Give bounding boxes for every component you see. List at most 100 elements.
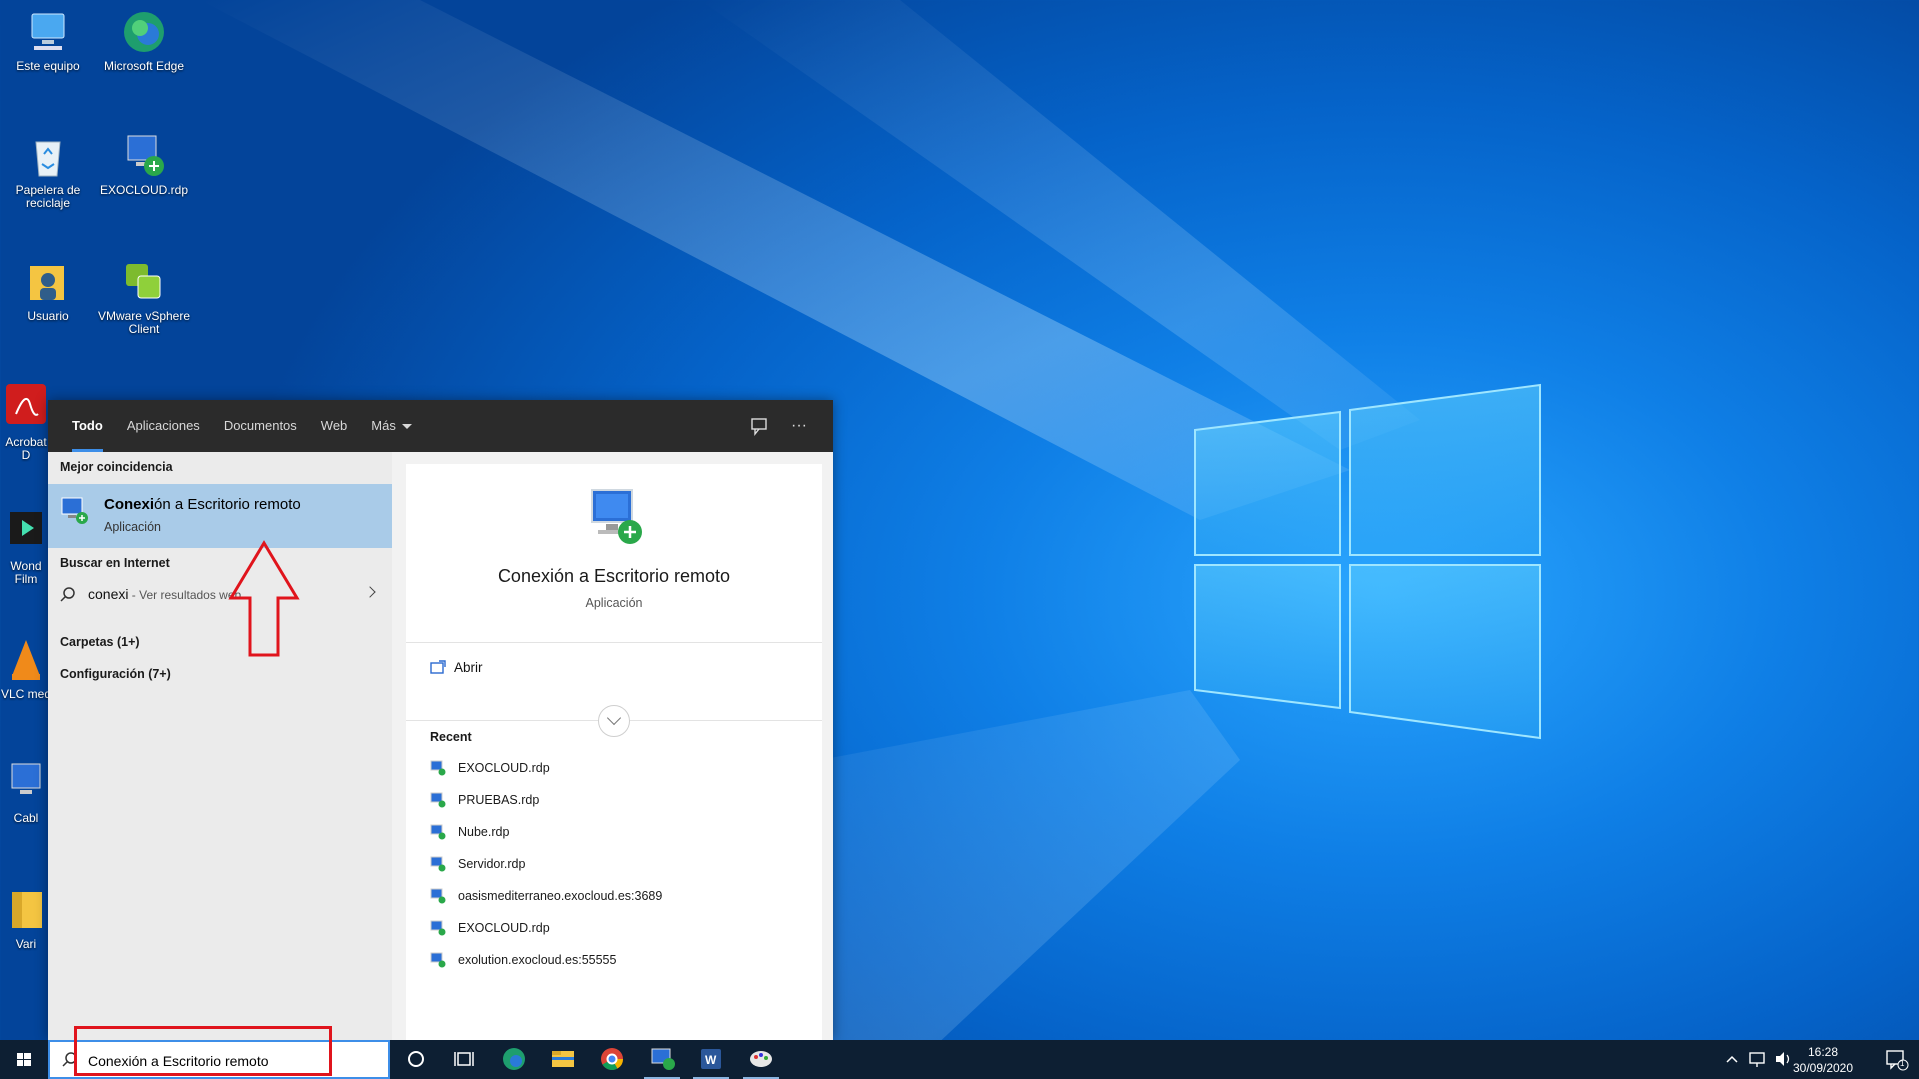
- taskbar-remote-desktop[interactable]: [638, 1040, 686, 1079]
- recent-item-label: PRUEBAS.rdp: [458, 793, 540, 807]
- recent-item[interactable]: EXOCLOUD.rdp: [430, 917, 550, 939]
- filmora-icon: [2, 508, 50, 556]
- web-query: conexi - Ver resultados web: [88, 586, 242, 602]
- monitor-icon: [2, 760, 50, 808]
- clock-date: 30/09/2020: [1792, 1061, 1854, 1075]
- desktop-icon-este-equipo[interactable]: Este equipo: [0, 8, 96, 73]
- recent-item-label: EXOCLOUD.rdp: [458, 921, 550, 935]
- acrobat-icon: [2, 384, 50, 432]
- network-icon: [1749, 1052, 1765, 1067]
- edge-icon: [503, 1048, 525, 1070]
- taskbar-file-explorer[interactable]: [539, 1040, 587, 1079]
- desktop-icon-cable[interactable]: Cabl: [0, 760, 52, 825]
- desktop-icon-exocloud-rdp[interactable]: EXOCLOUD.rdp: [96, 132, 192, 197]
- vlc-icon: [2, 636, 50, 684]
- tab-documentos[interactable]: Documentos: [212, 400, 309, 452]
- tray-network[interactable]: [1744, 1040, 1770, 1079]
- start-button[interactable]: [0, 1040, 48, 1079]
- taskbar-app[interactable]: [737, 1040, 785, 1079]
- recent-item[interactable]: Servidor.rdp: [430, 853, 525, 875]
- chevron-up-icon: [1726, 1055, 1738, 1063]
- recent-item[interactable]: Nube.rdp: [430, 821, 509, 843]
- tab-aplicaciones[interactable]: Aplicaciones: [115, 400, 212, 452]
- notification-badge: 1: [1900, 1059, 1905, 1068]
- folder-icon: [552, 1051, 574, 1067]
- detail-app-name: Conexión a Escritorio remoto: [497, 566, 731, 586]
- edge-icon: [120, 8, 168, 56]
- desktop-icon-papelera[interactable]: Papelera de reciclaje: [0, 132, 96, 210]
- remote-desktop-icon: [651, 1048, 675, 1070]
- search-tabs-bar: Todo Aplicaciones Documentos Web Más ···: [48, 400, 833, 452]
- recent-item-label: exolution.exocloud.es:55555: [458, 953, 617, 967]
- best-match-heading: Mejor coincidencia: [60, 460, 173, 474]
- action-center-button[interactable]: 1: [1876, 1040, 1916, 1079]
- folders-group[interactable]: Carpetas (1+): [60, 635, 140, 649]
- taskbar-word[interactable]: W: [687, 1040, 735, 1079]
- rdp-file-icon: [430, 856, 446, 872]
- tray-show-hidden[interactable]: [1720, 1040, 1744, 1079]
- desktop-icon-vlc[interactable]: VLC med: [0, 636, 52, 701]
- rdp-file-icon: [430, 952, 446, 968]
- recent-item-label: Servidor.rdp: [458, 857, 526, 871]
- remote-desktop-icon: [120, 132, 168, 180]
- desktop-icon-varios[interactable]: Vari: [0, 886, 52, 951]
- task-view-icon: [454, 1052, 474, 1066]
- clock-time: 16:28: [1807, 1045, 1839, 1059]
- chrome-icon: [601, 1048, 623, 1070]
- best-match-name: Conexión a Escritorio remoto: [104, 496, 301, 513]
- taskbar-chrome[interactable]: [588, 1040, 636, 1079]
- recent-item-label: oasismediterraneo.exocloud.es:3689: [458, 889, 663, 903]
- desktop-icon-acrobat[interactable]: Acrobat D: [0, 384, 52, 462]
- notification-icon: [1886, 1050, 1909, 1071]
- detail-pane: Conexión a Escritorio remoto Aplicación …: [406, 464, 822, 1040]
- desktop-icon-usuario[interactable]: Usuario: [0, 258, 96, 323]
- tab-mas[interactable]: Más: [359, 400, 424, 452]
- expand-button[interactable]: [598, 705, 630, 737]
- task-view-button[interactable]: [440, 1040, 488, 1079]
- recent-item[interactable]: EXOCLOUD.rdp: [430, 757, 550, 779]
- desktop-icon-wondershare[interactable]: Wond Film: [0, 508, 52, 586]
- recent-item[interactable]: exolution.exocloud.es:55555: [430, 949, 616, 971]
- recent-item-label: EXOCLOUD.rdp: [458, 761, 550, 775]
- tab-web[interactable]: Web: [309, 400, 360, 452]
- windows-start-icon: [17, 1053, 31, 1066]
- recent-heading: Recent: [430, 730, 472, 744]
- recycle-bin-icon: [24, 132, 72, 180]
- annotation-highlight-box: [74, 1026, 332, 1076]
- desktop-icon-vmware[interactable]: VMware vSphere Client: [96, 258, 192, 336]
- feedback-button[interactable]: [746, 414, 772, 438]
- web-search-item[interactable]: conexi - Ver resultados web: [48, 579, 392, 609]
- annotation-up-arrow: [228, 540, 300, 657]
- remote-desktop-icon: [61, 497, 88, 524]
- web-search-heading: Buscar en Internet: [60, 556, 170, 570]
- best-match-item[interactable]: Conexión a Escritorio remoto Aplicación: [48, 484, 392, 548]
- tray-clock[interactable]: 16:28 30/09/2020: [1783, 1044, 1863, 1076]
- recent-item-label: Nube.rdp: [458, 825, 510, 839]
- chevron-down-icon: [606, 710, 622, 726]
- vmware-icon: [120, 258, 168, 306]
- feedback-icon: [751, 418, 767, 436]
- rdp-file-icon: [430, 824, 446, 840]
- cortana-button[interactable]: [392, 1040, 440, 1079]
- computer-icon: [24, 8, 72, 56]
- recent-item[interactable]: PRUEBAS.rdp: [430, 789, 539, 811]
- recent-item[interactable]: oasismediterraneo.exocloud.es:3689: [430, 885, 662, 907]
- chevron-right-icon: [364, 586, 376, 598]
- desktop-icon-microsoft-edge[interactable]: Microsoft Edge: [96, 8, 192, 73]
- rdp-file-icon: [430, 888, 446, 904]
- open-action[interactable]: Abrir: [430, 660, 483, 675]
- paint-app-icon: [750, 1051, 772, 1067]
- settings-group[interactable]: Configuración (7+): [60, 667, 171, 681]
- best-match-type: Aplicación: [104, 520, 161, 534]
- open-window-icon: [430, 660, 446, 674]
- tab-todo[interactable]: Todo: [60, 400, 115, 452]
- svg-text:W: W: [705, 1053, 717, 1067]
- rdp-file-icon: [430, 920, 446, 936]
- word-icon: W: [701, 1049, 721, 1069]
- rdp-file-icon: [430, 792, 446, 808]
- search-icon: [60, 587, 75, 602]
- more-options-button[interactable]: ···: [786, 414, 812, 438]
- taskbar-edge[interactable]: [490, 1040, 538, 1079]
- folder-icon: [2, 886, 50, 934]
- results-list: Mejor coincidencia Conexión a Escritorio…: [48, 452, 392, 1040]
